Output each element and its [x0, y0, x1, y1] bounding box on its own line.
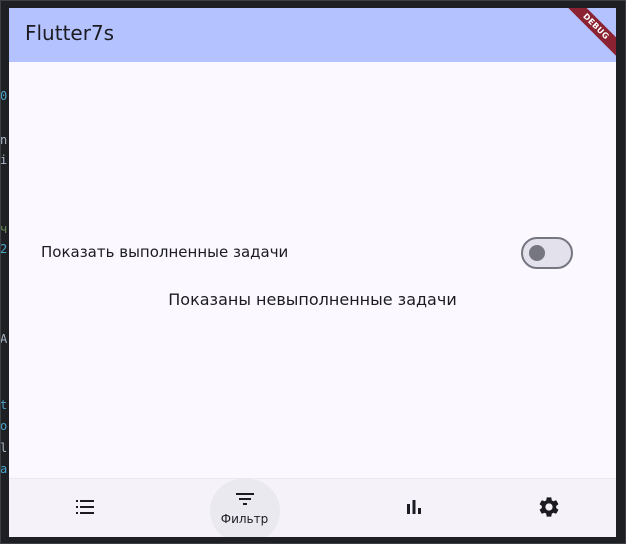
app-window: Flutter7s DEBUG Показать выполненные зад…	[9, 8, 616, 537]
code-fragment: o	[0, 419, 8, 433]
app-title: Flutter7s	[25, 21, 115, 45]
filter-status-text: Показаны невыполненные задачи	[168, 290, 457, 309]
switch-thumb	[529, 245, 545, 261]
code-fragment: 0	[0, 89, 8, 103]
code-fragment: a	[0, 462, 8, 476]
bar-chart-icon	[406, 500, 421, 514]
nav-item-tasks[interactable]	[9, 479, 160, 537]
code-fragment: t	[0, 398, 8, 412]
code-fragment: A	[0, 332, 8, 346]
show-completed-row[interactable]: Показать выполненные задачи	[9, 236, 616, 270]
code-fragment: l	[0, 441, 8, 455]
filter-icon	[235, 493, 254, 505]
code-fragment: 2	[0, 242, 8, 256]
nav-item-statistics[interactable]	[338, 479, 489, 537]
show-completed-switch[interactable]	[521, 237, 573, 269]
nav-item-settings[interactable]	[473, 479, 616, 537]
app-bar: Flutter7s	[9, 8, 616, 62]
code-fragment: ч	[0, 222, 8, 236]
bottom-navigation-bar: Фильтр	[9, 478, 616, 537]
code-fragment: i	[0, 153, 8, 167]
nav-label-filter: Фильтр	[220, 512, 269, 526]
show-completed-label: Показать выполненные задачи	[41, 243, 289, 261]
nav-item-filter[interactable]: Фильтр	[169, 479, 320, 537]
list-icon	[75, 500, 94, 514]
code-fragment: n	[0, 133, 8, 147]
settings-icon	[539, 497, 558, 517]
